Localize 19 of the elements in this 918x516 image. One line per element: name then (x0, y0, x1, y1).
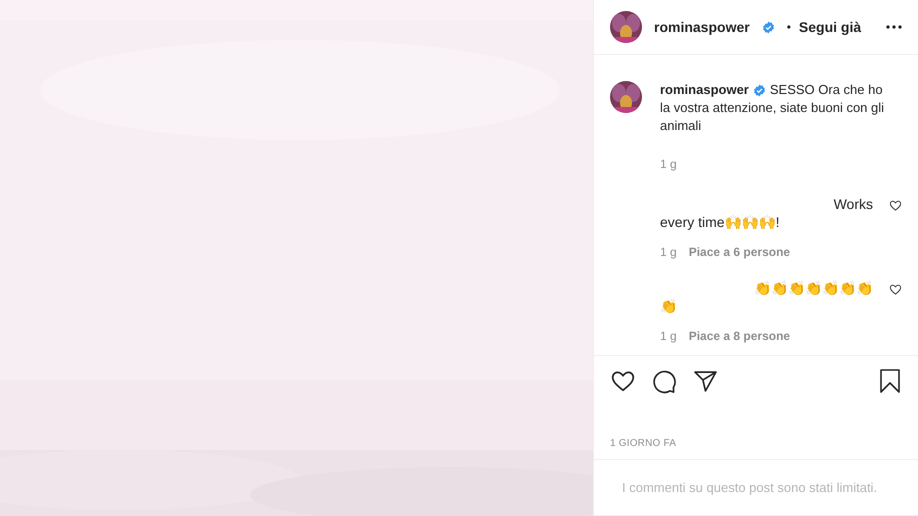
comments-limited-notice: I commenti su questo post sono stati limitati. (622, 478, 878, 497)
share-icon[interactable] (693, 368, 718, 394)
timestamp: 1 g (660, 244, 677, 261)
like-icon[interactable] (889, 199, 902, 212)
bookmark-icon[interactable] (878, 368, 902, 394)
comment-icon[interactable] (652, 368, 677, 394)
separator-dot: • (786, 19, 791, 36)
username-link[interactable]: rominaspower (654, 16, 750, 38)
comment-text: Works every time🙌🙌🙌! (660, 195, 874, 231)
following-button[interactable]: Segui già (798, 16, 862, 38)
timestamp: 1 g (660, 328, 677, 345)
avatar[interactable] (610, 11, 642, 43)
avatar[interactable] (610, 81, 642, 113)
more-options-icon[interactable] (886, 25, 902, 29)
like-icon[interactable] (889, 283, 902, 296)
caption-text: rominaspower SESSO Ora che ho la vostra attenzione, siate buoni con gli animali (660, 81, 886, 135)
post-date: 1 GIORNO FA (610, 437, 678, 451)
timestamp: 1 g (660, 156, 678, 173)
comment-text: 👏👏👏👏👏👏👏 👏 (660, 279, 874, 315)
